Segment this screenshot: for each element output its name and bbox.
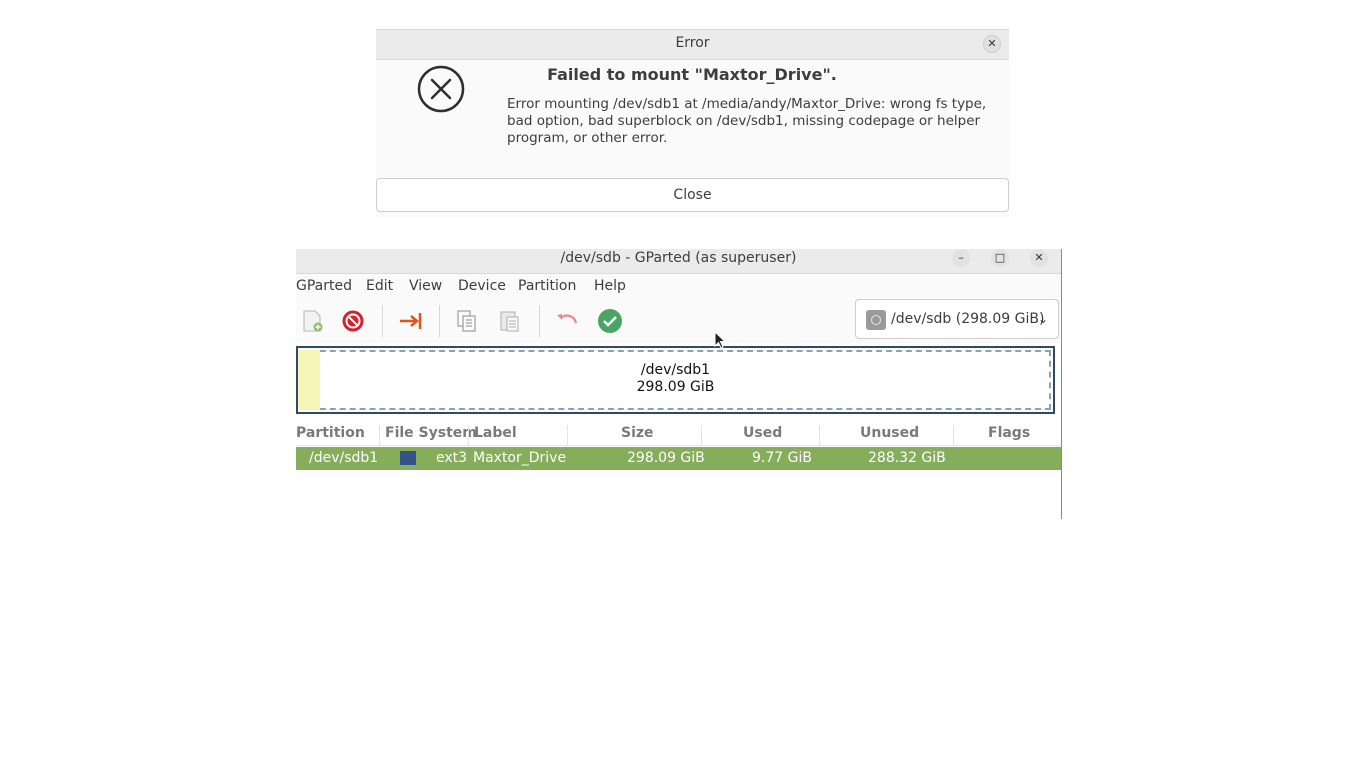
- error-dialog: Error ✕ Failed to mount "Maxtor_Drive". …: [376, 29, 1009, 217]
- column-header-size[interactable]: Size: [621, 425, 654, 441]
- device-selector[interactable]: /dev/sdb (298.09 GiB) ⌄: [855, 299, 1059, 339]
- delete-icon[interactable]: [339, 307, 367, 335]
- cell-filesystem: ext3: [436, 450, 468, 466]
- error-icon: [417, 65, 465, 113]
- dialog-title: Error: [675, 35, 710, 51]
- partition-table-header: Partition File System Label Size Used Un…: [296, 423, 1061, 446]
- toolbar-separator: [439, 305, 440, 337]
- menu-edit[interactable]: Edit: [366, 274, 393, 298]
- column-header-label[interactable]: Label: [474, 425, 517, 441]
- window-title: /dev/sdb - GParted (as superuser): [560, 250, 797, 266]
- apply-icon[interactable]: [596, 307, 624, 335]
- column-separator: [701, 425, 702, 445]
- close-button[interactable]: Close: [376, 178, 1009, 212]
- toolbar-separator: [539, 305, 540, 337]
- minimize-icon[interactable]: –: [952, 249, 970, 267]
- cell-partition: /dev/sdb1: [309, 450, 379, 466]
- toolbar-separator: [382, 305, 383, 337]
- paste-icon[interactable]: [496, 307, 524, 335]
- dialog-close-icon[interactable]: ✕: [983, 35, 1001, 53]
- copy-icon[interactable]: [453, 307, 481, 335]
- column-separator: [468, 425, 469, 445]
- gparted-window: /dev/sdb - GParted (as superuser) – □ ✕ …: [296, 249, 1062, 519]
- cell-label: Maxtor_Drive: [473, 450, 567, 466]
- cell-unused: 288.32 GiB: [868, 450, 946, 466]
- dialog-message-line: bad option, bad superblock on /dev/sdb1,…: [507, 113, 981, 129]
- cell-used: 9.77 GiB: [752, 450, 812, 466]
- menu-partition[interactable]: Partition: [518, 274, 576, 298]
- menubar: GParted Edit View Device Partition Help: [296, 274, 1061, 298]
- column-separator: [953, 425, 954, 445]
- graphic-partition-size: 298.09 GiB: [636, 379, 715, 395]
- new-icon[interactable]: [298, 307, 326, 335]
- filesystem-color-swatch: [400, 451, 416, 465]
- mouse-pointer-icon: [714, 331, 727, 349]
- cell-size: 298.09 GiB: [627, 450, 705, 466]
- table-row[interactable]: /dev/sdb1 ext3 Maxtor_Drive 298.09 GiB 9…: [296, 447, 1061, 470]
- column-header-partition[interactable]: Partition: [296, 425, 365, 441]
- column-header-flags[interactable]: Flags: [988, 425, 1030, 441]
- menu-help[interactable]: Help: [594, 274, 626, 298]
- column-header-filesystem[interactable]: File System: [385, 425, 477, 441]
- disk-icon: [866, 310, 886, 330]
- dialog-heading: Failed to mount "Maxtor_Drive".: [547, 65, 837, 84]
- resize-move-icon[interactable]: [396, 307, 424, 335]
- column-header-used[interactable]: Used: [743, 425, 782, 441]
- graphic-partition-name: /dev/sdb1: [640, 362, 711, 378]
- column-separator: [567, 425, 568, 445]
- window-close-icon[interactable]: ✕: [1030, 249, 1048, 267]
- device-selector-label: /dev/sdb (298.09 GiB): [891, 311, 1045, 327]
- dialog-message-line: program, or other error.: [507, 130, 668, 146]
- dialog-message: Error mounting /dev/sdb1 at /media/andy/…: [507, 96, 987, 147]
- undo-icon[interactable]: [553, 307, 581, 335]
- dialog-titlebar: Error ✕: [376, 30, 1009, 60]
- dialog-message-line: Error mounting /dev/sdb1 at /media/andy/…: [507, 96, 987, 112]
- maximize-icon[interactable]: □: [991, 249, 1009, 267]
- column-header-unused[interactable]: Unused: [860, 425, 919, 441]
- menu-device[interactable]: Device: [458, 274, 506, 298]
- window-titlebar: /dev/sdb - GParted (as superuser) – □ ✕: [296, 249, 1061, 274]
- partition-graphic[interactable]: /dev/sdb1 298.09 GiB: [296, 346, 1055, 414]
- menu-gparted[interactable]: GParted: [296, 274, 352, 298]
- column-separator: [819, 425, 820, 445]
- column-separator: [379, 425, 380, 445]
- chevron-down-icon: ⌄: [1037, 312, 1048, 326]
- menu-view[interactable]: View: [409, 274, 442, 298]
